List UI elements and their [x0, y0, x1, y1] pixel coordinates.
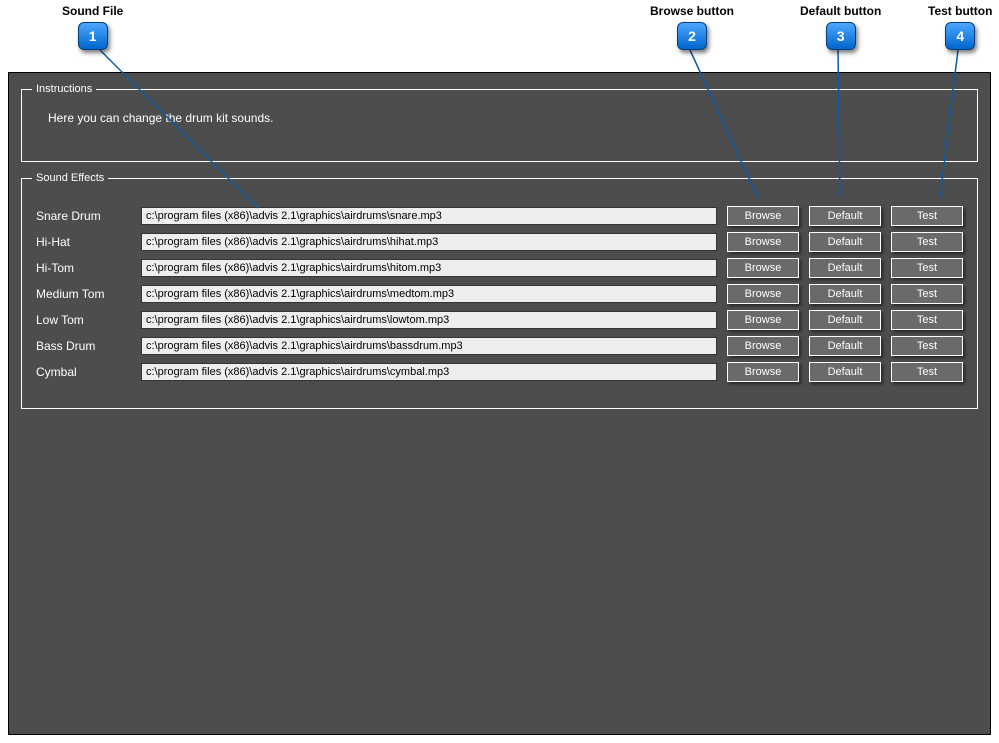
sound-file-input[interactable] — [141, 233, 717, 251]
sound-file-input[interactable] — [141, 285, 717, 303]
sound-file-input[interactable] — [141, 207, 717, 225]
default-button[interactable]: Default — [809, 284, 881, 304]
instructions-text: Here you can change the drum kit sounds. — [36, 105, 963, 147]
callout-label: Default button — [800, 4, 881, 18]
test-button[interactable]: Test — [891, 310, 963, 330]
browse-button[interactable]: Browse — [727, 310, 799, 330]
callout-number: 4 — [945, 22, 975, 50]
sound-name-label: Bass Drum — [36, 339, 131, 353]
default-button[interactable]: Default — [809, 232, 881, 252]
sound-name-label: Low Tom — [36, 313, 131, 327]
callout-default-button: Default button 3 — [800, 4, 881, 50]
callout-number: 1 — [78, 22, 108, 50]
sound-row: Low Tom Browse Default Test — [36, 310, 963, 330]
callout-label: Sound File — [62, 4, 123, 18]
sound-row: Cymbal Browse Default Test — [36, 362, 963, 382]
sound-file-input[interactable] — [141, 363, 717, 381]
sound-file-input[interactable] — [141, 311, 717, 329]
default-button[interactable]: Default — [809, 206, 881, 226]
sound-effects-fieldset: Sound Effects Snare Drum Browse Default … — [21, 172, 978, 409]
sound-row: Bass Drum Browse Default Test — [36, 336, 963, 356]
instructions-legend: Instructions — [32, 83, 96, 95]
callout-number: 2 — [677, 22, 707, 50]
test-button[interactable]: Test — [891, 284, 963, 304]
instructions-fieldset: Instructions Here you can change the dru… — [21, 83, 978, 162]
callout-browse-button: Browse button 2 — [650, 4, 734, 50]
test-button[interactable]: Test — [891, 258, 963, 278]
browse-button[interactable]: Browse — [727, 232, 799, 252]
browse-button[interactable]: Browse — [727, 336, 799, 356]
sound-file-input[interactable] — [141, 259, 717, 277]
callout-sound-file: Sound File 1 — [62, 4, 123, 50]
callout-label: Test button — [928, 4, 992, 18]
sound-name-label: Hi-Hat — [36, 235, 131, 249]
sound-row: Medium Tom Browse Default Test — [36, 284, 963, 304]
sound-name-label: Snare Drum — [36, 209, 131, 223]
test-button[interactable]: Test — [891, 362, 963, 382]
default-button[interactable]: Default — [809, 336, 881, 356]
browse-button[interactable]: Browse — [727, 362, 799, 382]
sound-effects-legend: Sound Effects — [32, 172, 108, 184]
callout-label: Browse button — [650, 4, 734, 18]
test-button[interactable]: Test — [891, 336, 963, 356]
browse-button[interactable]: Browse — [727, 284, 799, 304]
default-button[interactable]: Default — [809, 310, 881, 330]
sound-file-input[interactable] — [141, 337, 717, 355]
sound-row: Snare Drum Browse Default Test — [36, 206, 963, 226]
callout-number: 3 — [826, 22, 856, 50]
sound-row: Hi-Hat Browse Default Test — [36, 232, 963, 252]
settings-panel: Instructions Here you can change the dru… — [8, 72, 991, 735]
sound-name-label: Cymbal — [36, 365, 131, 379]
sound-name-label: Hi-Tom — [36, 261, 131, 275]
test-button[interactable]: Test — [891, 206, 963, 226]
browse-button[interactable]: Browse — [727, 258, 799, 278]
default-button[interactable]: Default — [809, 258, 881, 278]
browse-button[interactable]: Browse — [727, 206, 799, 226]
default-button[interactable]: Default — [809, 362, 881, 382]
sound-name-label: Medium Tom — [36, 287, 131, 301]
test-button[interactable]: Test — [891, 232, 963, 252]
callout-test-button: Test button 4 — [928, 4, 992, 50]
sound-row: Hi-Tom Browse Default Test — [36, 258, 963, 278]
